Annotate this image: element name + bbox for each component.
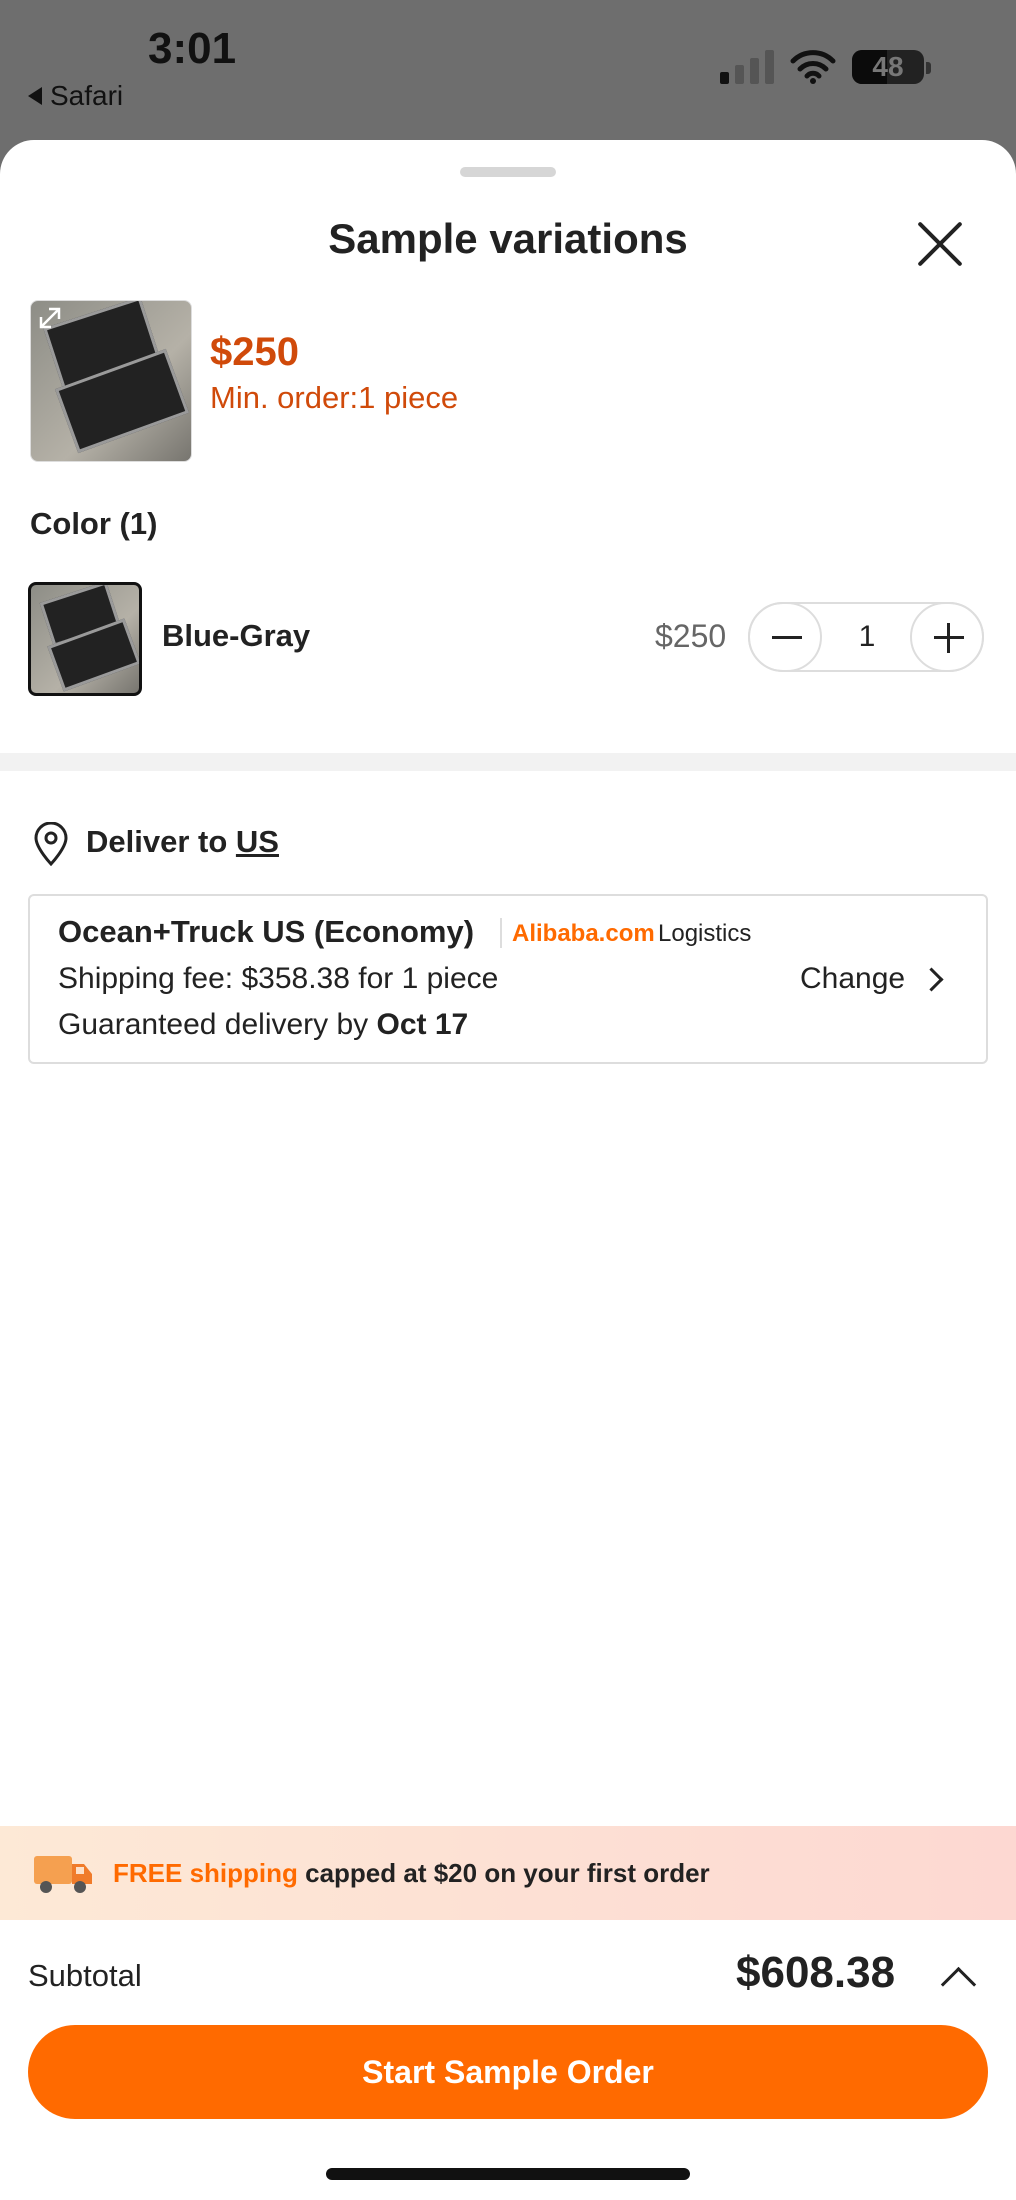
variant-image-blue-gray[interactable]: [28, 582, 142, 696]
change-shipping-button[interactable]: Change: [800, 962, 944, 996]
deliver-country-link[interactable]: US: [236, 824, 279, 859]
delivery-truck-icon: [34, 1856, 92, 1893]
subtotal-label: Subtotal: [28, 1958, 142, 1993]
guarantee-date: Oct 17: [376, 1008, 469, 1041]
deliver-to-label[interactable]: Deliver to US: [86, 824, 279, 860]
status-bar: 3:01 Safari 48: [0, 0, 1016, 140]
variant-name: Blue-Gray: [162, 618, 311, 653]
free-shipping-banner: FREE shipping capped at $20 on your firs…: [0, 1826, 1016, 1920]
promo-highlight: FREE shipping: [113, 1858, 298, 1888]
variant-price: $250: [655, 618, 727, 654]
sheet-title: Sample variations: [328, 215, 688, 262]
shipping-option-card[interactable]: Ocean+Truck US (Economy) Alibaba.com Log…: [28, 894, 988, 1064]
close-icon[interactable]: [912, 216, 968, 272]
battery-icon: 48: [852, 50, 924, 84]
section-divider: [0, 753, 1016, 771]
back-to-safari-link[interactable]: Safari: [28, 80, 123, 112]
deliver-to-text: Deliver to: [86, 824, 228, 859]
product-image[interactable]: [30, 300, 192, 462]
shipping-fee-text: Shipping fee: $358.38 for 1 piece: [58, 962, 499, 995]
start-sample-order-button[interactable]: Start Sample Order: [28, 2025, 988, 2119]
sample-variations-sheet: Sample variations $250 Min. order:1 piec…: [0, 140, 1016, 2200]
chevron-up-icon[interactable]: [940, 1966, 977, 2003]
product-price: $250: [210, 330, 299, 374]
shipping-method-name: Ocean+Truck US (Economy): [58, 914, 475, 949]
color-section-heading: Color (1): [30, 506, 158, 541]
increase-quantity-button[interactable]: [910, 602, 984, 672]
quantity-value[interactable]: 1: [824, 604, 910, 670]
status-time: 3:01: [148, 24, 237, 73]
quantity-stepper: 1: [748, 602, 984, 672]
brand-separator: [500, 918, 502, 948]
promo-detail: capped at $20 on your first order: [305, 1858, 710, 1888]
back-arrow-icon: [28, 87, 42, 105]
battery-tip: [926, 62, 931, 74]
logistics-label: Logistics: [658, 920, 752, 947]
guarantee-prefix: Guaranteed delivery by: [58, 1008, 369, 1041]
wifi-icon: [790, 50, 836, 84]
location-pin-icon: [34, 822, 68, 866]
battery-level-text: 48: [872, 51, 904, 82]
guaranteed-delivery-text: Guaranteed delivery by Oct 17: [58, 1008, 468, 1042]
cellular-signal-icon: [720, 50, 774, 84]
subtotal-value[interactable]: $608.38: [736, 1948, 895, 1998]
home-indicator: [326, 2168, 690, 2180]
back-app-label: Safari: [50, 80, 124, 111]
alibaba-logistics-brand: Alibaba.com: [512, 920, 655, 947]
expand-icon[interactable]: [37, 305, 63, 331]
promo-text: FREE shipping capped at $20 on your firs…: [113, 1858, 710, 1889]
chevron-right-icon: [919, 966, 944, 992]
min-order-text: Min. order:1 piece: [210, 380, 459, 415]
change-label: Change: [800, 962, 906, 995]
sheet-grabber[interactable]: [460, 167, 556, 177]
decrease-quantity-button[interactable]: [748, 602, 822, 672]
